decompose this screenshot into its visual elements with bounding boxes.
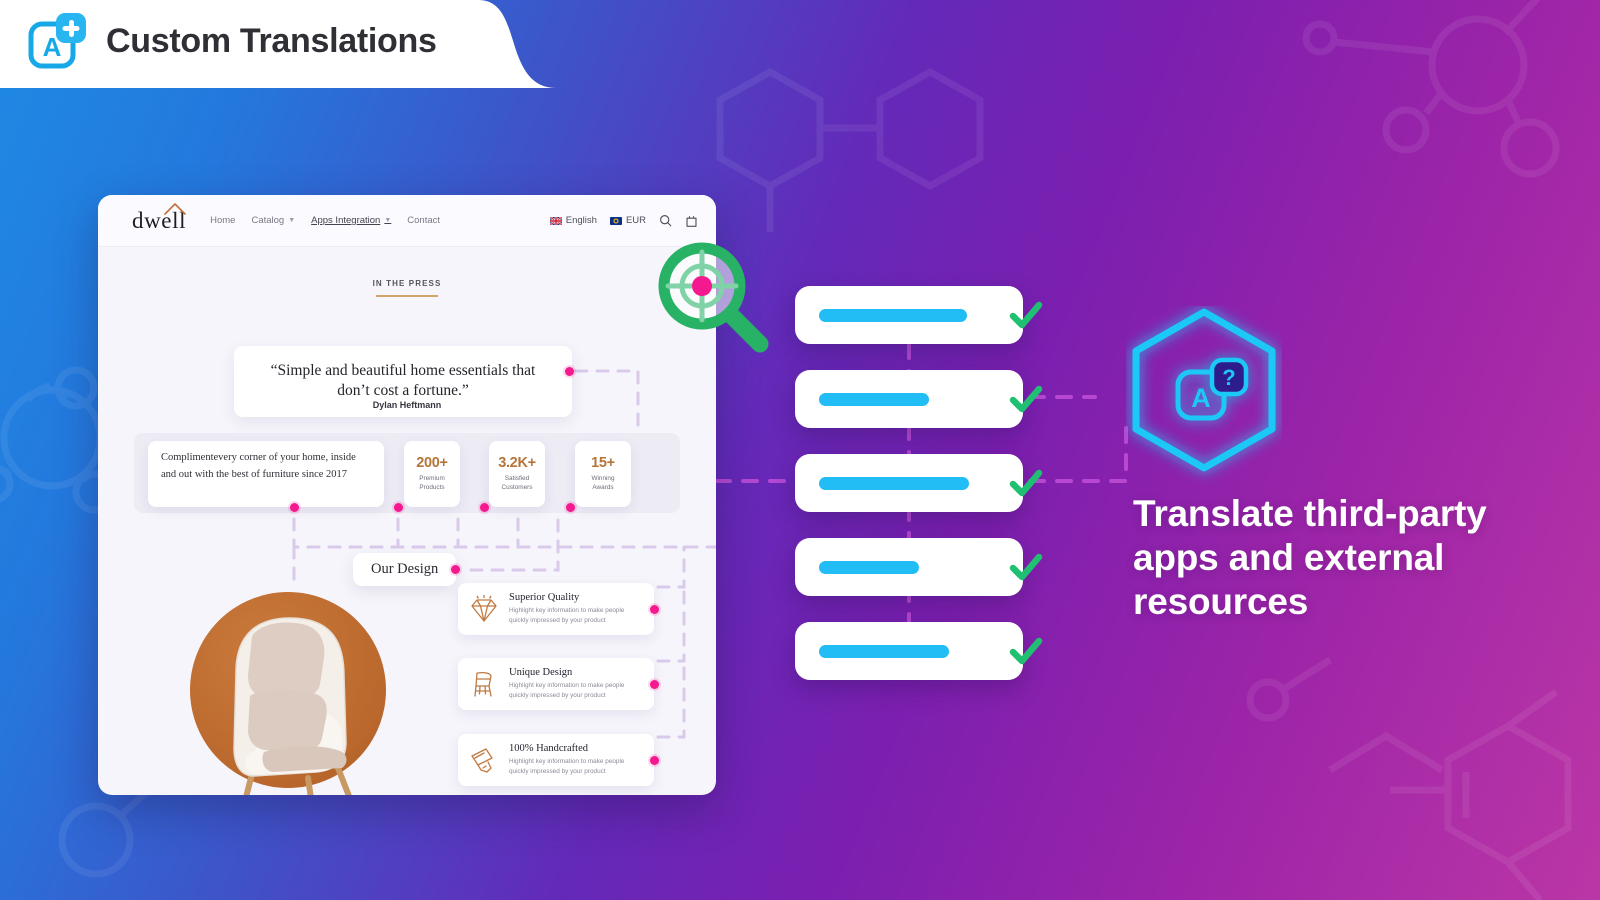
language-label: English [565,215,597,226]
translation-text-bar [819,308,967,322]
anchor-dot [565,367,574,376]
chair-icon [474,671,492,697]
search-icon[interactable] [659,214,672,227]
green-check-icon [1009,469,1043,497]
anchor-dot [650,605,659,614]
translate-a-plus-icon: A [26,12,88,70]
nav-item-label: Contact [407,215,441,226]
nav-item-contact[interactable]: Contact [407,215,440,226]
feature-card-superior-quality: Superior Quality Highlight key informati… [458,583,654,635]
currency-selector[interactable]: EUR [609,215,646,226]
website-mockup: dwell Home Catalog ▼ Apps Integration ▼ [98,195,716,795]
chevron-down-icon: ▼ [288,217,296,224]
mockup-body: IN THE PRESS “Simple and beautiful home … [98,247,716,795]
armchair-photo [233,617,352,795]
nav-item-label: Catalog [251,215,285,226]
translation-item[interactable] [795,454,1043,512]
intro-text-card: Complimentevery corner of your home, ins… [148,441,384,507]
roof-accent-icon [164,202,186,215]
feature-title: Superior Quality [509,592,580,604]
poster-canvas: A Custom Translations dwell Home Catalog… [0,0,1600,900]
currency-label: EUR [625,215,646,226]
anchor-dot [650,680,659,689]
badge-question-mark: ? [1222,365,1235,390]
badge-letter: A [1191,383,1211,413]
stat-value: 15+ [591,455,615,472]
press-quote-text: “Simple and beautiful home essentials th… [270,362,536,400]
hexagon-translate-question-icon: A ? [1126,306,1282,486]
nav-item-catalog[interactable]: Catalog ▼ [251,215,295,226]
feature-card-handcrafted: 100% Handcrafted Highlight key informati… [458,734,654,786]
feature-title: 100% Handcrafted [509,743,589,755]
shopping-bag-icon[interactable] [685,214,698,228]
feature-desc: Highlight key information to make people… [509,758,625,775]
green-check-icon [1009,385,1043,413]
feature-card-unique-design: Unique Design Highlight key information … [458,658,654,710]
nav-item-apps-integration[interactable]: Apps Integration ▼ [311,215,391,226]
language-selector[interactable]: English [549,215,597,226]
mockup-nav-utilities: English EUR [549,214,698,228]
page-title: Custom Translations [106,21,437,60]
translation-text-bar [819,644,949,658]
chevron-down-icon: ▼ [384,217,392,224]
press-underline [376,295,438,297]
handsaw-icon [471,748,493,773]
intro-text: Complimentevery corner of your home, ins… [161,452,356,480]
anchor-dot [650,756,659,765]
headline: Translate third-party apps and external … [1133,493,1487,623]
section-pill-our-design: Our Design [353,553,457,586]
anchor-dot [290,503,299,512]
translation-item[interactable] [795,286,1043,344]
translation-item[interactable] [795,538,1043,596]
diamond-icon [471,595,497,622]
translation-text-bar [819,476,969,490]
stat-card-winning-awards: 15+ Winning Awards [575,441,631,507]
stat-label: Satisfied Customers [501,475,533,491]
stat-value: 3.2K+ [498,455,536,472]
header-tab: A Custom Translations [0,0,620,88]
green-check-icon [1009,637,1043,665]
stat-card-premium-products: 200+ Premium Products [404,441,460,507]
uk-flag-icon [549,216,562,225]
stat-label: Premium Products [419,475,445,491]
green-check-icon [1009,301,1043,329]
feature-desc: Highlight key information to make people… [509,682,625,699]
stat-value: 200+ [416,455,448,472]
translation-text-bar [819,392,929,406]
anchor-dot [566,503,575,512]
anchor-dot [451,565,460,574]
anchor-dot [480,503,489,512]
feature-title: Unique Design [509,667,573,679]
translation-item[interactable] [795,370,1043,428]
brand-logo[interactable]: dwell [132,202,186,234]
nav-item-label: Home [210,215,236,226]
translation-items-list [795,286,1043,706]
press-eyebrow: IN THE PRESS [372,279,442,288]
nav-item-label: Apps Integration [311,215,381,226]
section-pill-label: Our Design [371,561,439,577]
eu-flag-icon [609,216,622,225]
translation-text-bar [819,560,919,574]
target-magnifier-icon [648,236,772,354]
translation-item[interactable] [795,622,1043,680]
anchor-dot [394,503,403,512]
feature-desc: Highlight key information to make people… [509,607,625,624]
mockup-nav-links: Home Catalog ▼ Apps Integration ▼ Contac… [210,215,440,226]
nav-item-home[interactable]: Home [210,215,235,226]
mockup-navbar: dwell Home Catalog ▼ Apps Integration ▼ [98,195,716,247]
stat-card-satisfied-customers: 3.2K+ Satisfied Customers [489,441,545,507]
green-check-icon [1009,553,1043,581]
stat-label: Winning Awards [591,475,615,491]
press-quote-author: Dylan Heftmann [372,400,442,410]
